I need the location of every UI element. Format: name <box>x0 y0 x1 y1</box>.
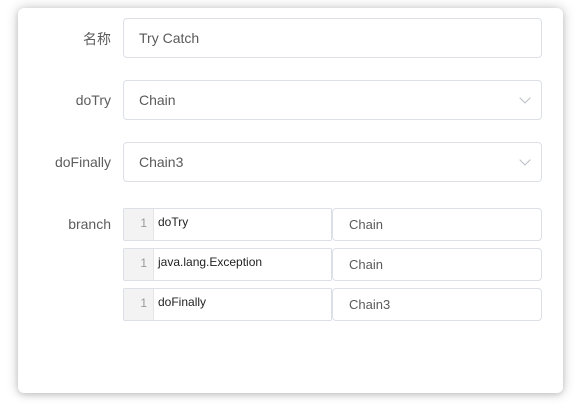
dofinally-select[interactable]: Chain3 <box>123 142 542 182</box>
chevron-down-icon <box>519 92 531 104</box>
dofinally-value: Chain3 <box>139 154 184 170</box>
name-value: Try Catch <box>139 30 200 46</box>
branch-value-input[interactable]: Chain <box>332 208 542 241</box>
line-number: 1 <box>124 249 154 280</box>
branch-key-editor[interactable]: 1 java.lang.Exception <box>123 248 332 281</box>
line-number: 1 <box>124 289 154 320</box>
dofinally-label: doFinally <box>54 154 111 170</box>
name-input[interactable]: Try Catch <box>123 18 542 58</box>
branch-value-input[interactable]: Chain3 <box>332 288 542 321</box>
form-panel: 名称 Try Catch doTry Chain doFinally Chain… <box>18 8 563 393</box>
dotry-label: doTry <box>75 92 111 108</box>
dotry-select[interactable]: Chain <box>123 80 542 120</box>
name-label: 名称 <box>83 31 111 47</box>
branch-key-editor[interactable]: 1 doFinally <box>123 288 332 321</box>
branch-key-editor[interactable]: 1 doTry <box>123 208 332 241</box>
branch-key: doTry <box>158 215 189 229</box>
branch-label: branch <box>68 216 111 232</box>
branch-key: java.lang.Exception <box>158 255 263 269</box>
dotry-value: Chain <box>139 92 176 108</box>
chevron-down-icon <box>519 154 531 166</box>
line-number: 1 <box>124 209 154 240</box>
branch-value-input[interactable]: Chain <box>332 248 542 281</box>
branch-key: doFinally <box>158 295 207 309</box>
